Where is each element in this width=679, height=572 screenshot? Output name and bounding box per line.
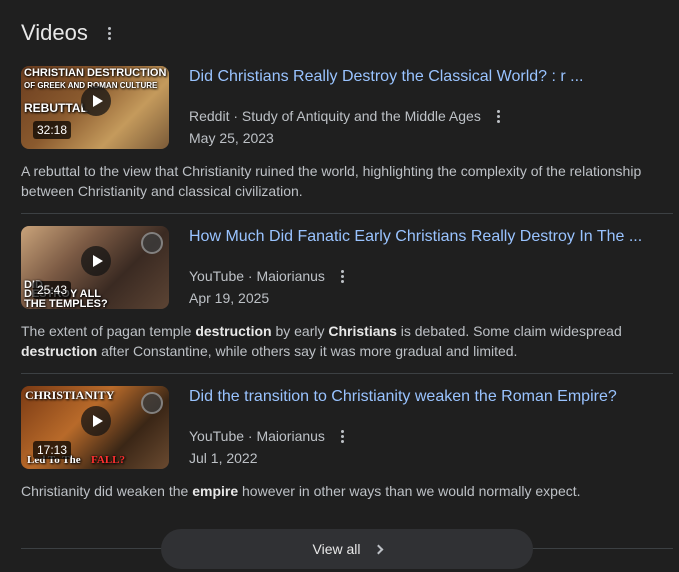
- video-title-link[interactable]: Did Christians Really Destroy the Classi…: [189, 68, 659, 86]
- video-source-text: YouTube · Maiorianus: [189, 428, 325, 444]
- thumbnail-caption: REBUTTAL: [24, 101, 88, 115]
- video-date: Apr 19, 2025: [189, 290, 270, 306]
- video-description: A rebuttal to the view that Christianity…: [21, 161, 661, 201]
- highlighted-term: destruction: [21, 343, 98, 359]
- video-duration: 17:13: [33, 441, 72, 459]
- divider: [21, 373, 673, 374]
- play-icon[interactable]: [81, 246, 111, 276]
- thumbnail-caption: THE TEMPLES?: [24, 298, 108, 309]
- video-thumbnail[interactable]: DID DESTROY ALL THE TEMPLES? 25:43: [21, 226, 169, 309]
- video-source-text: YouTube · Maiorianus: [189, 268, 325, 284]
- video-result: DID DESTROY ALL THE TEMPLES? 25:43 How M…: [21, 226, 673, 366]
- description-text: after Constantine, while others say it w…: [97, 343, 518, 359]
- play-icon[interactable]: [81, 406, 111, 436]
- description-text: A rebuttal to the view that Christianity…: [21, 163, 642, 199]
- video-title-link[interactable]: Did the transition to Christianity weake…: [189, 388, 659, 406]
- video-source-text: Reddit · Study of Antiquity and the Midd…: [189, 108, 481, 124]
- video-description: Christianity did weaken the empire howev…: [21, 481, 661, 501]
- play-icon[interactable]: [81, 86, 111, 116]
- video-title-link[interactable]: How Much Did Fanatic Early Christians Re…: [189, 228, 659, 246]
- video-duration: 25:43: [33, 281, 72, 299]
- more-options-icon[interactable]: [491, 108, 507, 124]
- thumbnail-caption: CHRISTIANITY: [25, 388, 115, 402]
- video-source: YouTube · Maiorianus: [189, 428, 351, 444]
- more-options-icon[interactable]: [102, 25, 118, 41]
- video-result: CHRISTIAN DESTRUCTION OF GREEK AND ROMAN…: [21, 66, 673, 206]
- video-duration: 32:18: [33, 121, 72, 139]
- section-header: Videos: [21, 20, 118, 46]
- video-date: Jul 1, 2022: [189, 450, 258, 466]
- section-title: Videos: [21, 20, 88, 45]
- highlighted-term: destruction: [195, 323, 272, 339]
- divider: [21, 213, 673, 214]
- description-text: is debated. Some claim widespread: [396, 323, 622, 339]
- video-thumbnail[interactable]: CHRISTIAN DESTRUCTION OF GREEK AND ROMAN…: [21, 66, 169, 149]
- thumbnail-caption: FALL?: [91, 454, 126, 466]
- view-all-button[interactable]: View all: [161, 529, 533, 569]
- more-options-icon[interactable]: [335, 268, 351, 284]
- thumbnail-caption: CHRISTIAN DESTRUCTION: [24, 67, 167, 79]
- highlighted-term: Christians: [328, 323, 397, 339]
- video-source: YouTube · Maiorianus: [189, 268, 351, 284]
- chevron-right-icon: [373, 544, 383, 554]
- channel-avatar-icon: [141, 392, 163, 414]
- video-source: Reddit · Study of Antiquity and the Midd…: [189, 108, 507, 124]
- video-date: May 25, 2023: [189, 130, 274, 146]
- video-thumbnail[interactable]: CHRISTIANITY Led To The FALL? 17:13: [21, 386, 169, 469]
- description-text: Christianity did weaken the: [21, 483, 193, 499]
- description-text: The extent of pagan temple: [21, 323, 196, 339]
- description-text: by early: [271, 323, 329, 339]
- description-text: however in other ways than we would norm…: [238, 483, 581, 499]
- channel-avatar-icon: [141, 232, 163, 254]
- view-all-label: View all: [312, 541, 361, 557]
- video-description: The extent of pagan temple destruction b…: [21, 321, 661, 361]
- more-options-icon[interactable]: [335, 428, 351, 444]
- video-result: CHRISTIANITY Led To The FALL? 17:13 Did …: [21, 386, 673, 516]
- highlighted-term: empire: [192, 483, 239, 499]
